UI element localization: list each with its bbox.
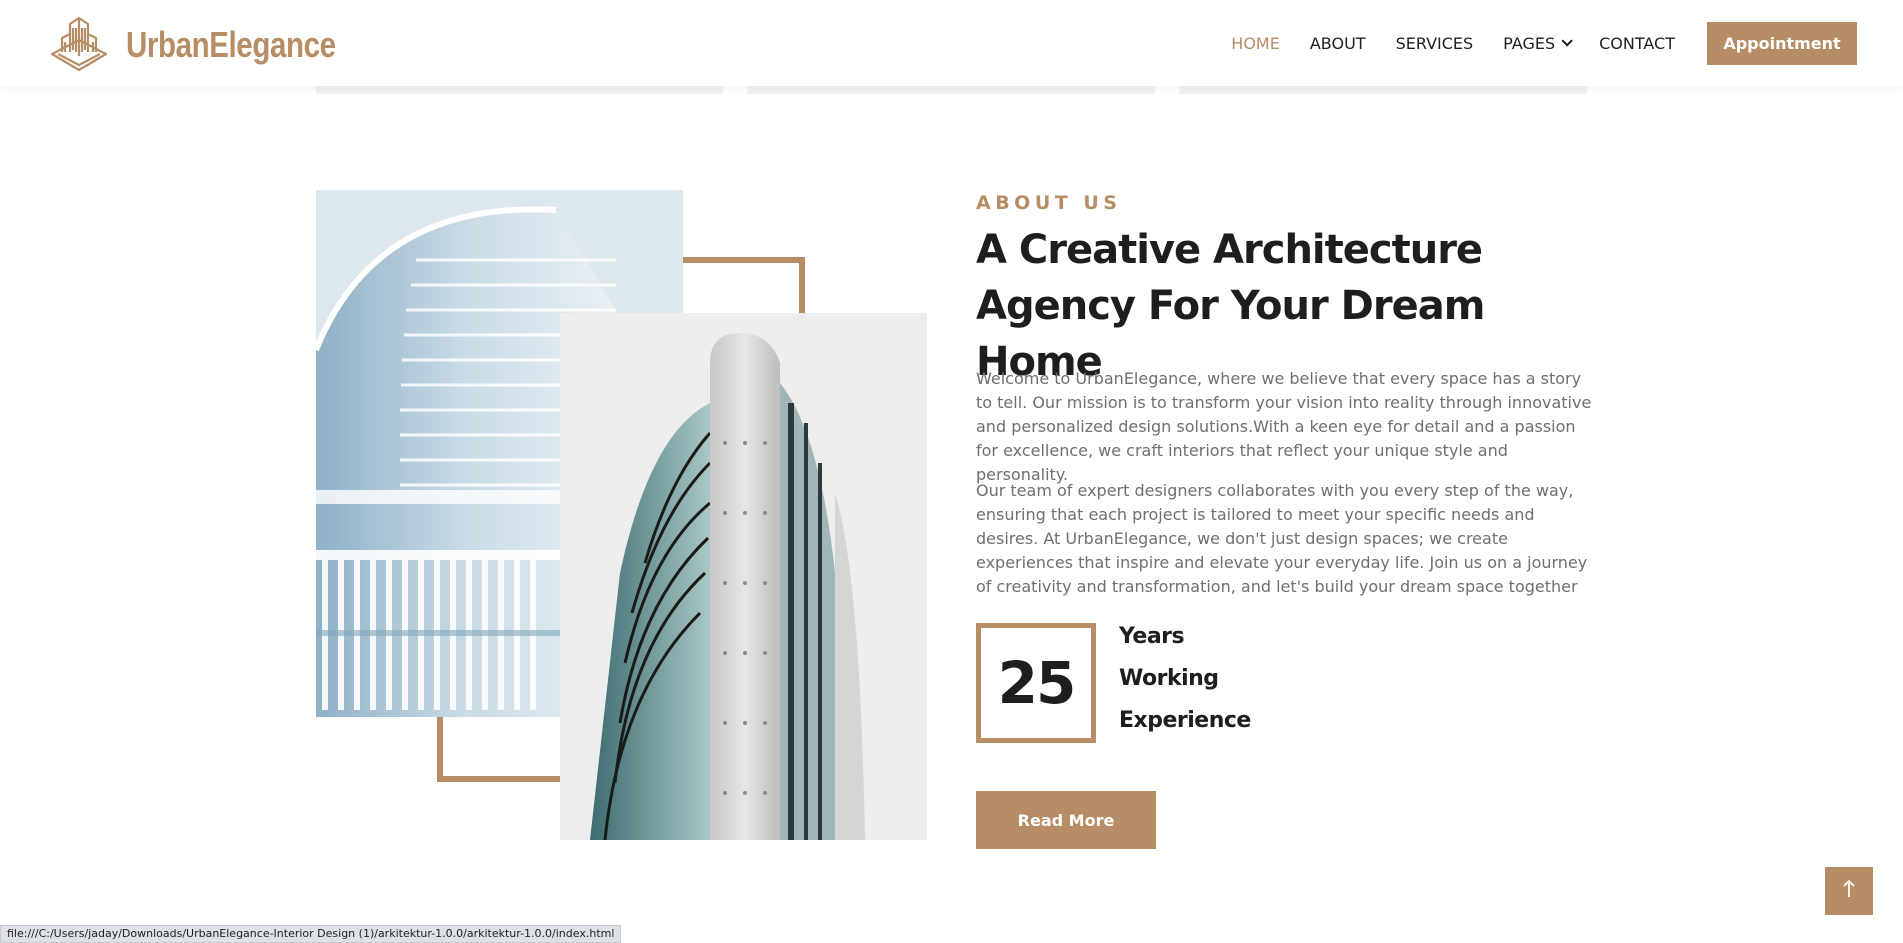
arrow-up-icon — [1841, 879, 1857, 903]
read-more-button[interactable]: Read More — [976, 791, 1156, 849]
brand-name: UrbanElegance — [126, 24, 336, 65]
about-paragraph-2: Our team of expert designers collaborate… — [976, 481, 1588, 596]
chevron-down-icon — [1561, 35, 1573, 47]
nav-pages[interactable]: PAGES — [1503, 33, 1573, 53]
years-label-line-3: Experience — [1119, 708, 1251, 733]
nav-services[interactable]: SERVICES — [1396, 34, 1474, 53]
navbar: UrbanElegance HOME ABOUT SERVICES PAGES … — [0, 0, 1903, 86]
nav-contact[interactable]: CONTACT — [1599, 34, 1675, 53]
years-experience-box: 25 — [976, 623, 1096, 743]
section-eyebrow: ABOUT US — [976, 192, 1122, 214]
back-to-top-button[interactable] — [1825, 867, 1873, 915]
years-label-line-1: Years — [1119, 624, 1185, 649]
brand-link[interactable]: UrbanElegance — [46, 12, 382, 78]
years-number: 25 — [997, 649, 1077, 717]
browser-status-url: file:///C:/Users/jaday/Downloads/UrbanEl… — [0, 925, 622, 943]
nav-about[interactable]: ABOUT — [1310, 34, 1366, 53]
previous-card — [747, 86, 1155, 94]
appointment-button[interactable]: Appointment — [1707, 21, 1857, 65]
main-nav: HOME ABOUT SERVICES PAGES CONTACT Appoin… — [1231, 0, 1903, 86]
nav-home[interactable]: HOME — [1231, 34, 1280, 53]
years-label-line-2: Working — [1119, 666, 1219, 691]
about-paragraph-1: Welcome to UrbanElegance, where we belie… — [976, 369, 1592, 484]
section-heading: A Creative Architecture Agency For Your … — [976, 227, 1485, 385]
building-image-2 — [560, 313, 927, 840]
previous-card — [316, 86, 723, 94]
building-logo-icon — [46, 12, 112, 78]
nav-pages-label: PAGES — [1503, 33, 1556, 53]
previous-card — [1179, 86, 1587, 94]
